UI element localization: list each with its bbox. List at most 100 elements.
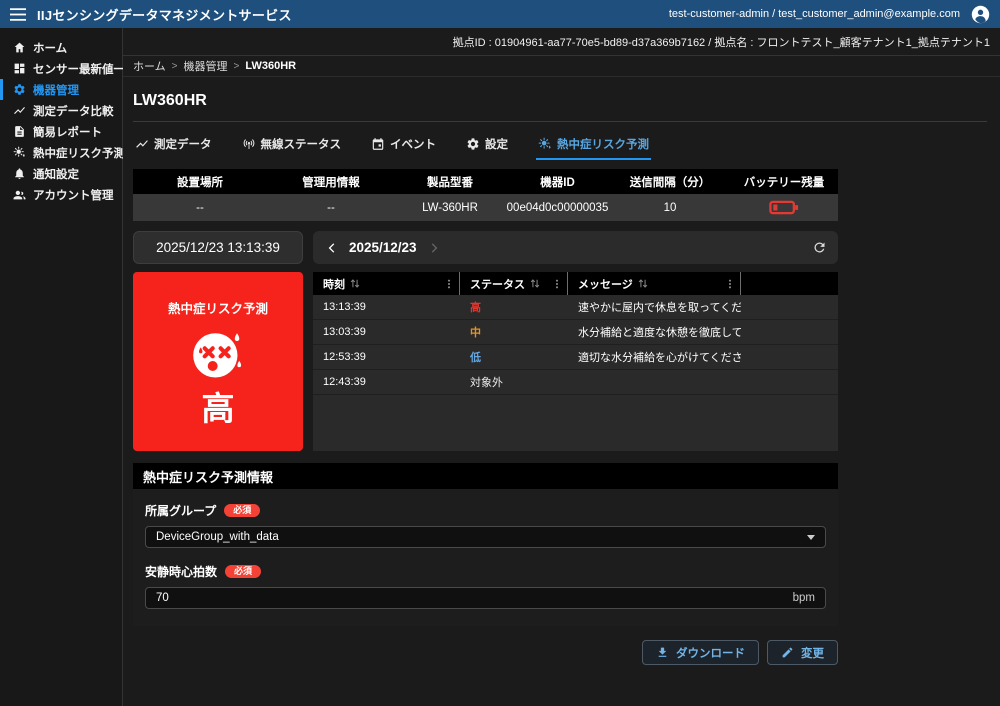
sidebar-item-label: 簡易レポート — [33, 124, 102, 140]
download-label: ダウンロード — [676, 645, 745, 661]
col-status: ステータス — [460, 272, 568, 295]
sidebar-item-home[interactable]: ホーム — [0, 37, 122, 58]
menu-icon[interactable] — [10, 8, 26, 21]
title-divider — [133, 121, 987, 122]
breadcrumb-device-management[interactable]: 機器管理 — [184, 58, 228, 74]
breadcrumb-separator: > — [172, 61, 178, 72]
gear-icon — [13, 83, 26, 96]
sidebar-item-device-management[interactable]: 機器管理 — [0, 79, 122, 100]
device-id: 00e04d0c00000035 — [505, 202, 610, 214]
battery-cell — [730, 200, 838, 215]
event-time: 12:53:39 — [313, 351, 460, 363]
sidebar-item-sensor-latest[interactable]: センサー最新値一覧 — [0, 58, 122, 79]
event-status: 高 — [460, 299, 568, 315]
tab-label: 無線ステータス — [261, 136, 342, 152]
sidebar-item-label: 測定データ比較 — [33, 103, 114, 119]
sidebar-item-label: センサー最新値一覧 — [33, 61, 137, 77]
download-button[interactable]: ダウンロード — [642, 640, 759, 665]
event-status: 中 — [460, 324, 568, 340]
next-day-icon[interactable] — [426, 240, 442, 256]
event-time: 13:13:39 — [313, 301, 460, 313]
sidebar-item-heatstroke-risk[interactable]: 熱中症リスク予測 — [0, 142, 122, 163]
sidebar-item-label: アカウント管理 — [33, 187, 114, 203]
app-bar: IIJセンシングデータマネジメントサービス test-customer-admi… — [0, 0, 1000, 28]
sidebar-item-simple-report[interactable]: 簡易レポート — [0, 121, 122, 142]
tab-label: 熱中症リスク予測 — [557, 136, 649, 152]
bell-icon — [13, 167, 26, 180]
sidebar-item-data-compare[interactable]: 測定データ比較 — [0, 100, 122, 121]
col-model: 製品型番 — [395, 174, 505, 190]
device-interval: 10 — [610, 202, 730, 214]
column-menu-icon[interactable] — [725, 278, 735, 290]
tab-wireless-status[interactable]: 無線ステータス — [240, 128, 344, 160]
device-info-table: 設置場所 管理用情報 製品型番 機器ID 送信間隔（分） バッテリー残量 -- … — [133, 169, 838, 221]
latest-timestamp: 2025/12/23 13:13:39 — [133, 231, 303, 264]
column-menu-icon[interactable] — [552, 278, 562, 290]
tab-label: イベント — [390, 136, 436, 152]
heart-rate-label: 安静時心拍数 — [145, 563, 217, 580]
tab-heatstroke-risk[interactable]: 熱中症リスク予測 — [536, 128, 651, 160]
col-admin-info: 管理用情報 — [267, 174, 395, 190]
sidebar-item-notification-settings[interactable]: 通知設定 — [0, 163, 122, 184]
col-battery: バッテリー残量 — [730, 174, 838, 190]
tab-measurement-data[interactable]: 測定データ — [133, 128, 214, 160]
tab-label: 測定データ — [154, 136, 212, 152]
tab-settings[interactable]: 設定 — [464, 128, 510, 160]
site-info-bar: 拠点ID : 01904961-aa77-70e5-bd89-d37a369b7… — [123, 28, 1000, 56]
device-info-row: -- -- LW-360HR 00e04d0c00000035 10 — [133, 194, 838, 221]
device-tabs: 測定データ 無線ステータス イベント 設定 熱中症リスク予測 — [133, 128, 838, 160]
group-field: 所属グループ 必須 DeviceGroup_with_data — [145, 502, 826, 548]
breadcrumb-current: LW360HR — [245, 60, 296, 72]
heart-rate-field: 安静時心拍数 必須 bpm — [145, 563, 826, 609]
risk-card-title: 熱中症リスク予測 — [168, 298, 268, 317]
required-badge: 必須 — [224, 504, 260, 517]
sidebar-item-account-management[interactable]: アカウント管理 — [0, 184, 122, 205]
people-icon — [13, 188, 26, 201]
sort-icon[interactable] — [530, 278, 540, 289]
previous-day-icon[interactable] — [324, 240, 340, 256]
breadcrumb-home[interactable]: ホーム — [133, 58, 166, 74]
table-row: 13:13:39 高 速やかに屋内で休息を取ってください — [313, 295, 838, 320]
account-avatar-icon[interactable] — [971, 5, 990, 24]
download-icon — [656, 646, 669, 659]
col-message: メッセージ — [568, 272, 741, 295]
device-admin-info: -- — [267, 202, 395, 214]
risk-history-table: 時刻 ステータス — [313, 272, 838, 451]
col-time-label: 時刻 — [323, 276, 345, 292]
app-title: IIJセンシングデータマネジメントサービス — [37, 5, 292, 24]
change-label: 変更 — [801, 645, 824, 661]
sidebar-item-label: ホーム — [33, 40, 67, 56]
device-info-header: 設置場所 管理用情報 製品型番 機器ID 送信間隔（分） バッテリー残量 — [133, 169, 838, 194]
sort-icon[interactable] — [350, 278, 360, 289]
event-message: 水分補給と適度な休憩を徹底してください — [568, 324, 741, 340]
sidebar: ホーム センサー最新値一覧 機器管理 測定データ比較 簡易レポート 熱中症リスク… — [0, 28, 123, 706]
gear-icon — [466, 137, 480, 151]
table-row: 12:53:39 低 適切な水分補給を心がけてください — [313, 345, 838, 370]
device-group-select[interactable]: DeviceGroup_with_data — [145, 526, 826, 548]
event-message: 適切な水分補給を心がけてください — [568, 349, 741, 365]
page-title: LW360HR — [133, 92, 990, 110]
site-info-text: 拠点ID : 01904961-aa77-70e5-bd89-d37a369b7… — [453, 34, 990, 50]
required-badge: 必須 — [225, 565, 261, 578]
home-icon — [13, 41, 26, 54]
heart-rate-input[interactable] — [156, 592, 793, 604]
battery-low-icon — [769, 200, 799, 215]
column-menu-icon[interactable] — [444, 278, 454, 290]
change-button[interactable]: 変更 — [767, 640, 838, 665]
date-navigator: 2025/12/23 — [313, 231, 838, 264]
device-group-value: DeviceGroup_with_data — [156, 531, 279, 543]
risk-level-value: 高 — [202, 392, 235, 425]
dashboard-icon — [13, 62, 26, 75]
event-message: 速やかに屋内で休息を取ってください — [568, 299, 741, 315]
tab-events[interactable]: イベント — [369, 128, 438, 160]
event-time: 12:43:39 — [313, 376, 460, 388]
col-location: 設置場所 — [133, 174, 267, 190]
sidebar-item-label: 熱中症リスク予測 — [33, 145, 125, 161]
risk-level-card: 熱中症リスク予測 高 — [133, 272, 303, 451]
sort-icon[interactable] — [638, 278, 648, 289]
chart-icon — [135, 137, 149, 151]
section-title: 熱中症リスク予測情報 — [133, 463, 838, 489]
refresh-icon[interactable] — [812, 240, 827, 255]
col-time: 時刻 — [313, 272, 460, 295]
device-model: LW-360HR — [395, 202, 505, 214]
